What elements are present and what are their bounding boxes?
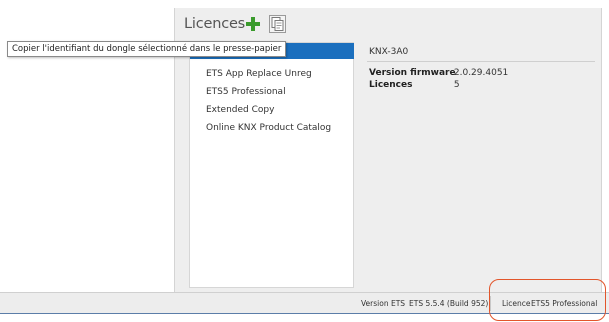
list-item-ets-app-replace-unreg[interactable]: ETS App Replace Unreg <box>206 69 312 79</box>
list-item-online-knx-product-catalog[interactable]: Online KNX Product Catalog <box>206 123 331 133</box>
firmware-label: Version firmware <box>369 68 456 78</box>
status-bar: Version ETS ETS 5.5.4 (Build 952) Licenc… <box>0 292 609 314</box>
dongle-name: KNX-3A0 <box>369 47 409 57</box>
licence-list[interactable]: ETS App Replace Unreg ETS5 Professional … <box>189 42 354 288</box>
copy-to-clipboard-icon[interactable] <box>269 15 286 33</box>
plus-icon[interactable] <box>245 16 261 32</box>
licence-value: ETS5 Professional <box>531 299 598 308</box>
status-separator <box>490 296 491 311</box>
details-row-firmware: Version firmware 2.0.29.4051 <box>369 68 508 78</box>
details-divider <box>367 61 595 62</box>
panel-title: Licences <box>184 16 246 32</box>
firmware-value: 2.0.29.4051 <box>453 68 509 78</box>
list-item-extended-copy[interactable]: Extended Copy <box>206 105 274 115</box>
list-item-ets5-professional[interactable]: ETS5 Professional <box>206 87 286 97</box>
ets-version-label: Version ETS <box>361 299 406 308</box>
licences-count-value: 5 <box>453 80 460 90</box>
licences-count-label: Licences <box>369 80 413 90</box>
details-row-licences: Licences 5 <box>369 80 460 90</box>
licence-label: Licence <box>502 299 531 308</box>
copy-dongle-id-tooltip: Copier l'identifiant du dongle sélection… <box>7 41 287 57</box>
ets-version-value: ETS 5.5.4 (Build 952) <box>409 299 489 308</box>
